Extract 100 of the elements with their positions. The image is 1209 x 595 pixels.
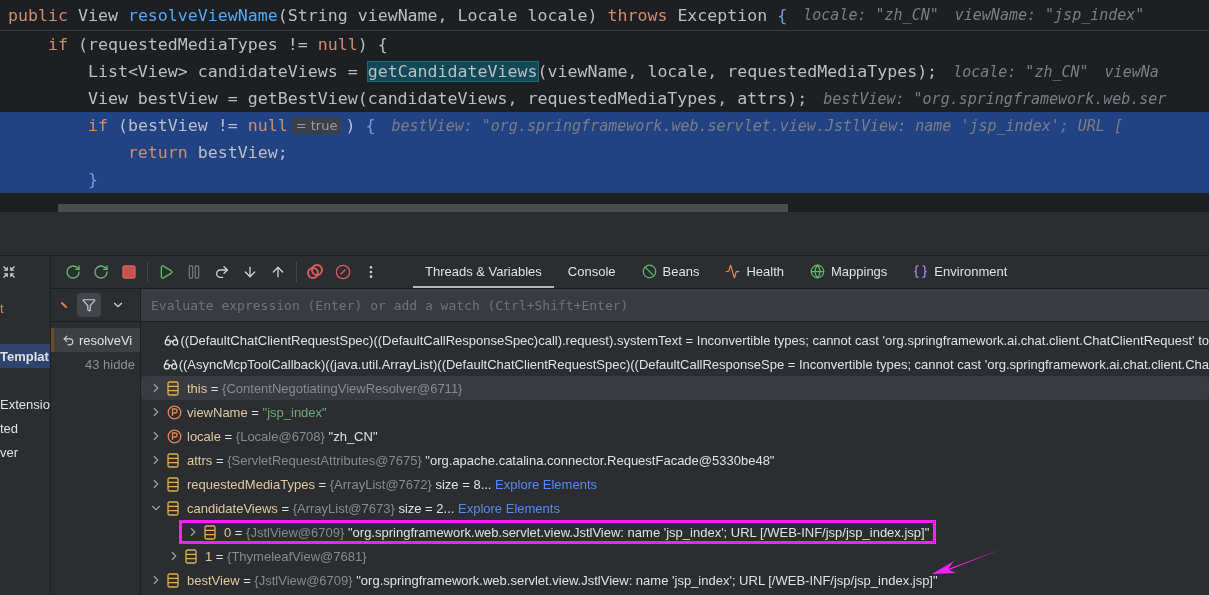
variable-value: "org.springframework.web.servlet.view.JstlView: name 'jsp_index'; URL [/WEB-INF/jsp/jsp_index.jsp]" (356, 572, 938, 588)
beans-icon (641, 263, 657, 279)
code-token: (requestedMediaTypes != (77, 35, 309, 54)
side-item[interactable]: t (0, 296, 50, 320)
code-token: (bestView != (117, 116, 239, 135)
pause-icon (186, 264, 202, 280)
variable-type: {ThymeleafView@7681} (227, 548, 367, 564)
equals-sign: = (215, 452, 224, 468)
code-token: { (777, 5, 788, 25)
panel-tab[interactable]: Health (713, 256, 796, 288)
mappings-icon (810, 263, 825, 279)
code-token: public (8, 5, 69, 25)
equals-sign: = (234, 524, 243, 540)
inline-hint: locale: "zh_CN" (803, 6, 939, 24)
field-icon (167, 452, 179, 468)
scrollbar-thumb[interactable] (58, 204, 788, 212)
variable-row[interactable]: 1 = {ThymeleafView@7681} (141, 544, 1209, 568)
panel-tab[interactable]: Environment (901, 256, 1020, 288)
stop-button[interactable] (119, 262, 139, 282)
variable-row[interactable]: this = {ContentNegotiatingViewResolver@6711} (141, 376, 1209, 400)
inline-hint: bestView: "org.springframework.web.ser (823, 89, 1167, 108)
breakpoints-icon (306, 264, 324, 280)
variable-name: locale (187, 428, 221, 444)
code-token: if (86, 116, 109, 135)
inline-hint: viewName: "jsp_index" (954, 6, 1145, 24)
equals-sign: = (215, 548, 224, 564)
field-icon (167, 476, 179, 492)
variable-value: "org.springframework.web.servlet.view.JstlView: name 'jsp_index'; URL [/WEB-INF/jsp/jsp_index.jsp]" (347, 524, 930, 540)
panel-tab[interactable]: Beans (629, 256, 712, 288)
code-token: (viewName, locale, requestedMediaTypes); (537, 62, 938, 81)
variable-value: size = 8... (435, 476, 492, 492)
explore-link[interactable]: Explore Elements (458, 500, 560, 516)
stack-frame[interactable]: 43 hidde (51, 352, 140, 376)
code-token: resolveViewName (127, 5, 278, 25)
variable-name: attrs (187, 452, 213, 468)
return-icon (62, 333, 75, 347)
variable-row[interactable]: candidateViews = {ArrayList@7673} size = 2... Explore Elements (141, 496, 1209, 520)
variable-row[interactable]: ((DefaultChatClientRequestSpec)((DefaultCallResponseSpec)call).request).systemText = Inconvertible types; cannot cast 'org.springframework.ai.chat.client.ChatClientRequest' to (141, 328, 1209, 352)
equals-sign: = (224, 428, 233, 444)
code-token: null (317, 35, 358, 54)
code-token: { (365, 116, 376, 135)
mute-breakpoints-icon (335, 264, 351, 280)
variable-type: {ArrayList@7673} (292, 500, 395, 516)
field-icon (167, 572, 179, 588)
code-token: getCandidateViews (367, 62, 538, 81)
variable-row[interactable]: attrs = {ServletRequestAttributes@7675} "org.apache.catalina.connector.RequestFacade@5330be48" (141, 448, 1209, 472)
side-item[interactable]: Extensio (0, 392, 50, 416)
inline-hint: bestView: "org.springframework.web.servlet.view.JstlView: name 'jsp_index'; URL [ (391, 116, 1123, 135)
panel-tab[interactable]: Mappings (798, 256, 900, 288)
resume-icon (158, 264, 174, 280)
explore-link[interactable]: Explore Elements (495, 476, 597, 492)
code-token: Exception (677, 5, 769, 25)
code-token: bestView; (197, 143, 288, 162)
braces-icon (913, 263, 929, 279)
variable-name: ((DefaultChatClientRequestSpec)((DefaultCallResponseSpec)call).request).systemText (180, 332, 682, 348)
string-value: "jsp_index" (262, 404, 327, 420)
code-token: ) { (357, 35, 388, 54)
filter-icon (82, 298, 96, 312)
rerun-debug-button[interactable] (91, 262, 111, 282)
equals-sign: = (251, 404, 259, 420)
side-item[interactable]: ted (0, 416, 50, 440)
variable-row[interactable]: bestView = {JstlView@6709} "org.springframework.web.servlet.view.JstlView: name 'jsp_index'; URL [/WEB-INF/jsp/jsp_index.jsp]" (141, 568, 1209, 592)
rerun-debug-icon (93, 264, 109, 280)
evaluate-field[interactable]: Evaluate expression (Enter) or add a watch (Ctrl+Shift+Enter) (141, 289, 1209, 322)
parameter-icon (167, 404, 182, 420)
variable-row[interactable]: requestedMediaTypes = {ArrayList@7672} size = 8... Explore Elements (141, 472, 1209, 496)
variable-name: requestedMediaTypes (187, 476, 315, 492)
side-item[interactable]: Templat (0, 344, 50, 368)
mute-button[interactable] (333, 262, 353, 282)
code-token: null (247, 116, 288, 135)
highlight-frame[interactable]: 0 = {JstlView@6709} "org.springframework.web.servlet.view.JstlView: name 'jsp_index'; URL [/WEB-INF/jsp/jsp_index.jsp]" (179, 520, 937, 544)
code-token: throws (607, 5, 669, 25)
step-over-icon (214, 264, 230, 280)
variable-row[interactable]: ((AsyncMcpToolCallback)((java.util.ArrayList)((DefaultChatClientRequestSpec)((DefaultCallResponseSpe = Inconvertible types; cannot cast 'org.springframework.ai.chat.client.Cha (141, 352, 1209, 376)
inline-hint: locale: "zh_CN" (953, 62, 1089, 81)
variable-value: Inconvertible types; cannot cast 'org.springframework.ai.chat.client.Cha (799, 356, 1209, 372)
variable-name: 0 (224, 524, 232, 540)
panel-tab[interactable]: Console (555, 256, 628, 288)
filter-button[interactable] (77, 293, 101, 317)
step-into-icon (242, 264, 258, 280)
code-token: } (86, 170, 98, 189)
variable-name: ((AsyncMcpToolCallback)((java.util.ArrayList)((DefaultChatClientRequestSpec)((DefaultCallResponseSpe (178, 356, 785, 372)
variable-value: "org.apache.catalina.connector.RequestFacade@5330be48" (425, 452, 775, 468)
variable-type: {JstlView@6709} (254, 572, 353, 588)
code-token: List<View> candidateViews = (86, 62, 359, 81)
code-token: ) (345, 116, 357, 135)
variable-row[interactable]: viewName = "jsp_index" (141, 400, 1209, 424)
field-icon (167, 500, 179, 516)
variable-type: {Locale@6708} (235, 428, 325, 444)
rerun-button[interactable] (63, 262, 83, 282)
variable-row[interactable]: locale = {Locale@6708} "zh_CN" (141, 424, 1209, 448)
equals-sign: = (787, 356, 796, 372)
variable-type: {ServletRequestAttributes@7675} (227, 452, 422, 468)
breakpoints-button[interactable] (305, 262, 325, 282)
stack-frame[interactable]: resolveVi (51, 328, 140, 352)
equals-sign: = (685, 332, 694, 348)
parameter-icon (167, 428, 182, 444)
collapse-icon (2, 265, 16, 279)
code-token: View bestView = getBestView(candidateViews, requestedMediaTypes, attrs); (86, 89, 808, 108)
side-item[interactable]: ver (0, 440, 50, 464)
